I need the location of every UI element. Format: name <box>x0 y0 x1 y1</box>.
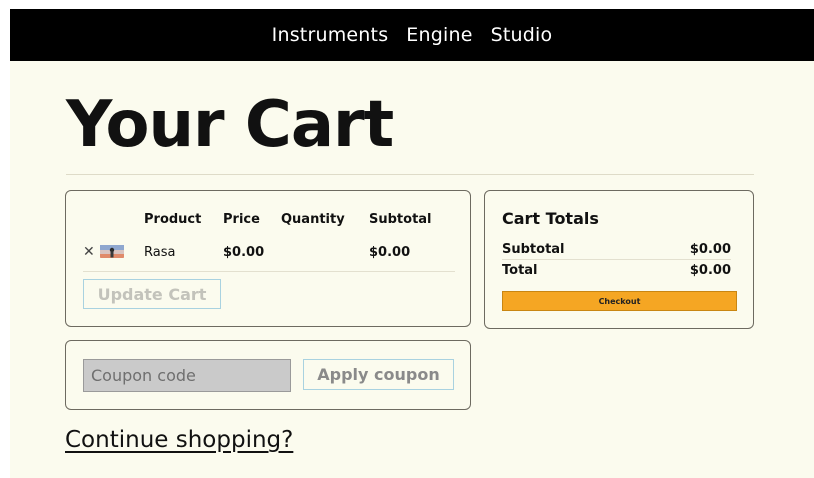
item-price: $0.00 <box>223 245 265 260</box>
cart-totals-title: Cart Totals <box>502 209 599 228</box>
remove-item-icon[interactable]: ✕ <box>83 244 95 260</box>
update-cart-button[interactable]: Update Cart <box>83 279 221 309</box>
item-subtotal: $0.00 <box>369 245 411 260</box>
page-container: Instruments Engine Studio Your Cart Prod… <box>10 9 814 478</box>
totals-total-value: $0.00 <box>689 263 731 278</box>
totals-subtotal-row: Subtotal $0.00 <box>502 242 731 257</box>
coupon-code-input[interactable] <box>83 359 291 392</box>
page-title: Your Cart <box>66 88 394 162</box>
header-product: Product <box>144 212 202 227</box>
totals-total-label: Total <box>502 263 538 278</box>
totals-subtotal-value: $0.00 <box>689 242 731 257</box>
totals-total-row: Total $0.00 <box>502 263 731 278</box>
nav-item-engine[interactable]: Engine <box>406 24 472 46</box>
nav-item-instruments[interactable]: Instruments <box>272 24 389 46</box>
title-divider <box>66 174 754 175</box>
cart-totals-card: Cart Totals Subtotal $0.00 Total $0.00 C… <box>484 190 754 329</box>
top-navigation: Instruments Engine Studio <box>10 9 814 61</box>
nav-item-studio[interactable]: Studio <box>491 24 553 46</box>
header-subtotal: Subtotal <box>369 212 432 227</box>
product-thumbnail-icon[interactable] <box>100 244 124 258</box>
header-price: Price <box>223 212 260 227</box>
coupon-card: Apply coupon <box>65 340 471 410</box>
continue-shopping-link[interactable]: Continue shopping? <box>65 427 293 453</box>
checkout-button[interactable]: Checkout <box>502 291 737 311</box>
row-divider <box>83 271 455 272</box>
totals-divider <box>502 259 731 260</box>
header-quantity: Quantity <box>281 212 345 227</box>
apply-coupon-button[interactable]: Apply coupon <box>303 359 454 390</box>
item-product-name[interactable]: Rasa <box>144 245 175 260</box>
cart-items-card: Product Price Quantity Subtotal ✕ Rasa $… <box>65 190 471 327</box>
totals-subtotal-label: Subtotal <box>502 242 565 257</box>
